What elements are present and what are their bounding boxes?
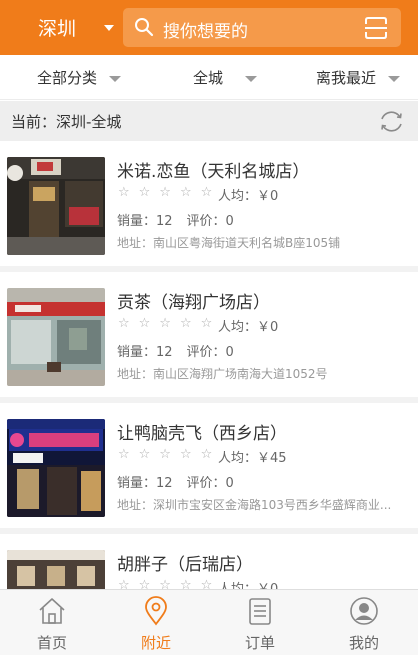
store-photo [7, 419, 105, 517]
average-price: 人均：￥0 [218, 578, 278, 589]
store-name[interactable]: 胡胖子（后瑞店） [117, 550, 253, 575]
store-photo [7, 157, 105, 255]
search-box[interactable]: 搜你想要的 [123, 8, 401, 47]
store-name[interactable]: 贡茶（海翔广场店） [117, 288, 270, 313]
tab-nearby-label: 附近 [140, 634, 171, 652]
top-header: 深圳 搜你想要的 [0, 0, 418, 55]
store-photo [7, 550, 105, 589]
tab-home[interactable]: 首页 [0, 590, 104, 655]
store-item[interactable]: 胡胖子（后瑞店） ☆☆☆☆☆ 人均：￥0 [0, 534, 418, 589]
order-list-icon [249, 598, 271, 625]
store-item[interactable]: 贡茶（海翔广场店） ☆☆☆☆☆ 人均：￥0 销量：12 评价：0 地址：南山区海翔… [0, 272, 418, 397]
rating-stars: ☆☆☆☆☆ [118, 447, 222, 462]
store-list[interactable]: 米诺.恋鱼（天利名城店） ☆☆☆☆☆ 人均：￥0 销量：12 评价：0 地址：南山… [0, 141, 418, 589]
tab-profile-label: 我的 [348, 634, 379, 652]
store-address: 地址：南山区粤海街道天利名城B座105铺 [117, 236, 341, 250]
refresh-icon[interactable] [378, 108, 405, 135]
user-profile-icon [350, 597, 378, 625]
chevron-down-icon [109, 75, 122, 82]
store-item[interactable]: 让鸭脑壳飞（西乡店） ☆☆☆☆☆ 人均：￥45 销量：12 评价：0 地址：深圳市… [0, 403, 418, 528]
home-icon [39, 598, 65, 624]
review-count: 评价：0 [186, 476, 234, 491]
store-stats: 销量：12 评价：0 [117, 341, 248, 360]
search-placeholder[interactable]: 搜你想要的 [163, 17, 248, 42]
tab-nearby[interactable]: 附近 [104, 590, 208, 655]
filter-bar: 全部分类 全城 离我最近 [0, 55, 418, 100]
chevron-down-icon [245, 75, 258, 82]
tab-orders-label: 订单 [244, 634, 275, 652]
city-dropdown-caret-icon[interactable] [104, 25, 114, 31]
store-photo [7, 288, 105, 386]
store-name[interactable]: 让鸭脑壳飞（西乡店） [117, 419, 287, 444]
tab-profile[interactable]: 我的 [312, 590, 416, 655]
filter-category-label: 全部分类 [37, 69, 98, 87]
average-price: 人均：￥45 [218, 451, 287, 466]
search-icon [135, 18, 154, 37]
city-selector[interactable]: 深圳 [38, 14, 76, 41]
store-name[interactable]: 米诺.恋鱼（天利名城店） [117, 157, 309, 182]
average-price: 人均：￥0 [218, 320, 279, 335]
store-stats: 销量：12 评价：0 [117, 472, 248, 491]
tab-orders[interactable]: 订单 [208, 590, 312, 655]
current-location-bar: 当前：深圳-全城 [0, 101, 418, 141]
tab-home-label: 首页 [36, 634, 67, 652]
filter-sort-label: 离我最近 [316, 69, 377, 87]
filter-sort[interactable]: 离我最近 [316, 67, 401, 88]
store-address: 地址：深圳市宝安区金海路103号西乡华盛辉商业... [117, 498, 392, 512]
average-price: 人均：￥0 [218, 189, 279, 204]
location-pin-icon [145, 596, 167, 626]
sales-count: 销量：12 [117, 214, 173, 229]
filter-area[interactable]: 全城 [193, 67, 258, 88]
store-item[interactable]: 米诺.恋鱼（天利名城店） ☆☆☆☆☆ 人均：￥0 销量：12 评价：0 地址：南山… [0, 141, 418, 266]
filter-area-label: 全城 [193, 69, 224, 87]
review-count: 评价：0 [186, 345, 234, 360]
bottom-tab-bar: 首页 附近 订单 我的 [0, 589, 418, 655]
store-stats: 销量：12 评价：0 [117, 210, 248, 229]
rating-stars: ☆☆☆☆☆ [118, 578, 222, 589]
rating-stars: ☆☆☆☆☆ [118, 185, 222, 200]
store-address: 地址：南山区海翔广场南海大道1052号 [117, 367, 328, 381]
scan-icon[interactable] [363, 15, 389, 41]
current-location-label: 当前：深圳-全城 [11, 113, 122, 131]
rating-stars: ☆☆☆☆☆ [118, 316, 222, 331]
review-count: 评价：0 [186, 214, 234, 229]
chevron-down-icon [388, 75, 401, 82]
sales-count: 销量：12 [117, 345, 173, 360]
filter-category[interactable]: 全部分类 [37, 67, 122, 88]
sales-count: 销量：12 [117, 476, 173, 491]
